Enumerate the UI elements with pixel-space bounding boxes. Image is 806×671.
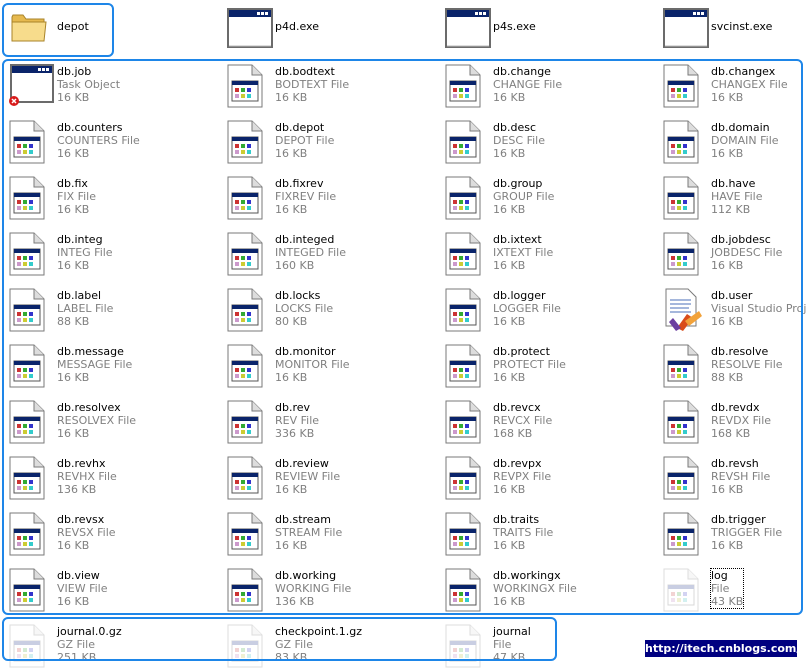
file-name: p4s.exe — [493, 20, 536, 33]
selection-highlight-bottom — [2, 617, 557, 661]
file-item-svcinst-exe[interactable]: svcinst.exe — [658, 4, 806, 54]
file-item-p4d-exe[interactable]: p4d.exe — [222, 4, 432, 54]
file-item-p4s-exe[interactable]: p4s.exe — [440, 4, 650, 54]
selection-highlight-top — [2, 3, 114, 57]
file-item-text: svcinst.exe — [711, 20, 772, 33]
selection-highlight-main — [2, 59, 803, 615]
file-name: p4d.exe — [275, 20, 319, 33]
file-name: svcinst.exe — [711, 20, 773, 33]
file-item-text: p4s.exe — [493, 20, 536, 33]
exe-window-icon — [227, 8, 273, 52]
exe-window-icon — [663, 8, 709, 52]
file-item-text: p4d.exe — [275, 20, 319, 33]
watermark-url: http://itech.cnblogs.com/ — [645, 640, 801, 657]
exe-window-icon — [445, 8, 491, 52]
